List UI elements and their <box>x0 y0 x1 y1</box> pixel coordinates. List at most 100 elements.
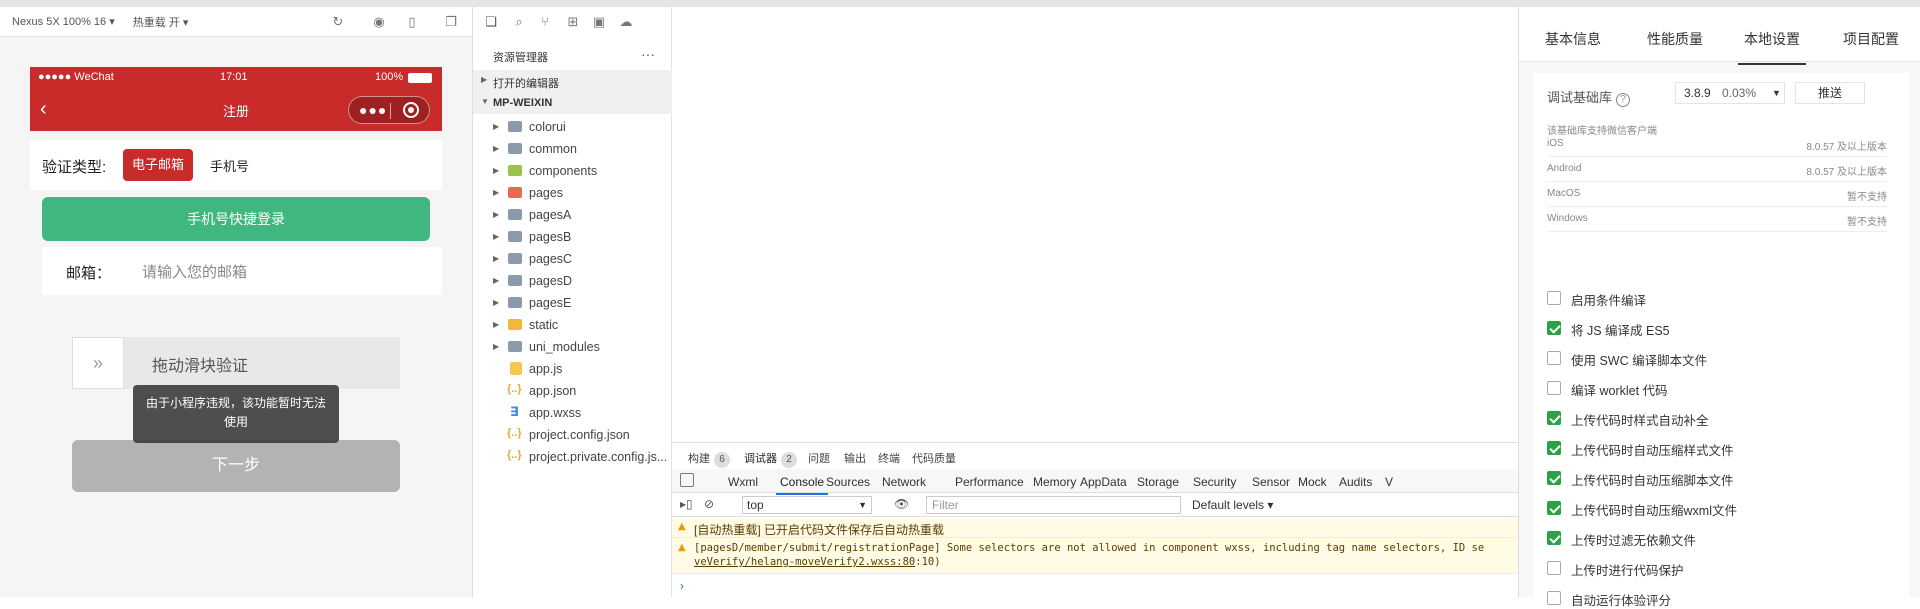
bottom-tab[interactable]: 调试器 2 <box>744 450 797 468</box>
details-tab[interactable]: 基本信息 <box>1545 29 1601 49</box>
search-icon[interactable]: ⌕ <box>511 14 527 30</box>
tree-item[interactable]: ▶ pagesB <box>473 226 673 248</box>
bottom-tab[interactable]: 问题 <box>808 450 830 466</box>
more-actions-icon[interactable]: ··· <box>641 46 655 62</box>
quick-login-button[interactable]: 手机号快捷登录 <box>42 197 430 241</box>
context-select[interactable]: top ▼ <box>742 496 872 514</box>
tab-console[interactable]: Console <box>775 475 829 495</box>
tab-v[interactable]: V <box>1385 475 1393 489</box>
bottom-tab[interactable]: 构建 6 <box>688 450 730 468</box>
tab-wxml[interactable]: Wxml <box>728 475 758 489</box>
checkbox[interactable] <box>1547 381 1561 395</box>
tree-item[interactable]: app.js <box>473 358 673 380</box>
bottom-tab[interactable]: 终端 <box>878 450 900 466</box>
checkbox[interactable] <box>1547 291 1561 305</box>
slider-text: 拖动滑块验证 <box>152 358 249 375</box>
tree-item[interactable]: ▶ pagesC <box>473 248 673 270</box>
tab-memory[interactable]: Memory <box>1033 475 1076 489</box>
tree-item-label: project.config.json <box>529 428 630 442</box>
chevron-right-icon: ▶ <box>481 75 488 84</box>
details-tab[interactable]: 性能质量 <box>1647 29 1703 49</box>
tree-item[interactable]: ▶ static <box>473 314 673 336</box>
tab-audits[interactable]: Audits <box>1339 475 1372 489</box>
tree-item[interactable]: ▶ components <box>473 160 673 182</box>
sidebar-toggle-icon[interactable]: ▸▯ <box>680 497 693 511</box>
top-strip <box>0 0 1920 7</box>
tree-item[interactable]: ▶ pages <box>473 182 673 204</box>
clear-console-icon[interactable]: ⊘ <box>704 497 714 511</box>
slider-handle[interactable]: » <box>72 337 124 389</box>
more-icon[interactable]: ●●● <box>359 102 387 118</box>
checkbox[interactable] <box>1547 351 1561 365</box>
tree-item[interactable]: ▶ pagesA <box>473 204 673 226</box>
eye-icon[interactable]: 👁 <box>894 497 909 511</box>
details-tab[interactable]: 项目配置 <box>1843 29 1899 49</box>
files-icon[interactable]: ❏ <box>483 14 499 30</box>
verify-email-option[interactable]: 电子邮箱 <box>123 149 193 181</box>
verify-phone-option[interactable]: 手机号 <box>210 156 249 175</box>
source-link[interactable]: veVerify/helang-moveVerify2.wxss:80 <box>694 556 915 568</box>
debug-icon[interactable]: ▣ <box>591 14 607 30</box>
tab-network[interactable]: Network <box>882 475 926 489</box>
support-os: Android <box>1547 163 1582 174</box>
lib-version-select[interactable]: 3.8.9 0.03% ▼ <box>1675 82 1785 104</box>
project-section[interactable]: ▼ MP-WEIXIN <box>473 92 673 114</box>
tab-security[interactable]: Security <box>1193 475 1236 489</box>
tree-item[interactable]: {..} project.private.config.js... <box>473 446 673 468</box>
tree-item[interactable]: ▶ common <box>473 138 673 160</box>
close-miniprogram-icon[interactable] <box>403 102 419 118</box>
source-control-icon[interactable]: ⑂ <box>537 14 553 30</box>
checkbox[interactable] <box>1547 591 1561 605</box>
bottom-tab[interactable]: 输出 <box>844 450 866 466</box>
stop-icon[interactable]: ◉ <box>371 14 387 30</box>
refresh-icon[interactable]: ↻ <box>330 14 346 30</box>
hot-reload-toggle[interactable]: 热重载 开 ▾ <box>133 14 189 30</box>
next-button[interactable]: 下一步 <box>72 440 400 492</box>
tree-item[interactable]: ▶ pagesE <box>473 292 673 314</box>
setting-option-label: 上传代码时自动压缩wxml文件 <box>1571 504 1737 518</box>
open-editors-section[interactable]: ▶ 打开的编辑器 <box>473 70 673 92</box>
checkbox[interactable] <box>1547 471 1561 485</box>
tree-item[interactable]: {..} app.json <box>473 380 673 402</box>
help-icon[interactable]: ? <box>1616 93 1631 107</box>
checkbox[interactable] <box>1547 321 1561 335</box>
device-select[interactable]: Nexus 5X 100% 16 ▾ <box>12 15 115 28</box>
tree-item-label: app.json <box>529 384 577 398</box>
checkbox[interactable] <box>1547 411 1561 425</box>
tree-item[interactable]: ▶ pagesD <box>473 270 673 292</box>
tree-item-label: pagesD <box>529 274 573 288</box>
extensions-icon[interactable]: ⊞ <box>565 14 581 30</box>
bottom-tab[interactable]: 代码质量 <box>912 450 956 466</box>
tab-performance[interactable]: Performance <box>955 475 1024 489</box>
phone-icon[interactable]: ▯ <box>404 14 420 30</box>
details-tab[interactable]: 本地设置 <box>1738 29 1806 65</box>
tree-item-label: static <box>529 318 559 332</box>
filter-input[interactable]: Filter <box>926 496 1181 514</box>
setting-option-label: 上传时进行代码保护 <box>1571 564 1684 578</box>
console-prompt[interactable]: › <box>680 579 684 593</box>
tab-mock[interactable]: Mock <box>1298 475 1327 489</box>
docker-icon[interactable]: ☁ <box>618 14 634 30</box>
push-button[interactable]: 推送 <box>1795 82 1865 104</box>
tree-item[interactable]: ∃ app.wxss <box>473 402 673 424</box>
tree-item[interactable]: ▶ colorui <box>473 116 673 138</box>
checkbox[interactable] <box>1547 531 1561 545</box>
checkbox[interactable] <box>1547 561 1561 575</box>
tab-appdata[interactable]: AppData <box>1080 475 1127 489</box>
email-input[interactable]: 请输入您的邮箱 <box>142 261 247 282</box>
tab-sensor[interactable]: Sensor <box>1252 475 1290 489</box>
email-row: 邮箱： 请输入您的邮箱 <box>42 247 442 295</box>
tab-sources[interactable]: Sources <box>826 475 870 489</box>
tab-storage[interactable]: Storage <box>1137 475 1179 489</box>
checkbox[interactable] <box>1547 501 1561 515</box>
explorer-toolbar: ❏ ⌕ ⑂ ⊞ ▣ ☁ <box>473 7 673 37</box>
checkbox[interactable] <box>1547 441 1561 455</box>
lib-percent: 0.03% <box>1722 86 1757 100</box>
battery-text: 100% <box>375 71 404 83</box>
tree-item[interactable]: {..} project.config.json <box>473 424 673 446</box>
inspect-icon[interactable] <box>680 473 694 487</box>
window-icon[interactable]: ❐ <box>443 14 459 30</box>
levels-select[interactable]: Default levels ▾ <box>1192 498 1273 512</box>
json-file-icon: {..} <box>507 427 522 439</box>
tree-item[interactable]: ▶ uni_modules <box>473 336 673 358</box>
